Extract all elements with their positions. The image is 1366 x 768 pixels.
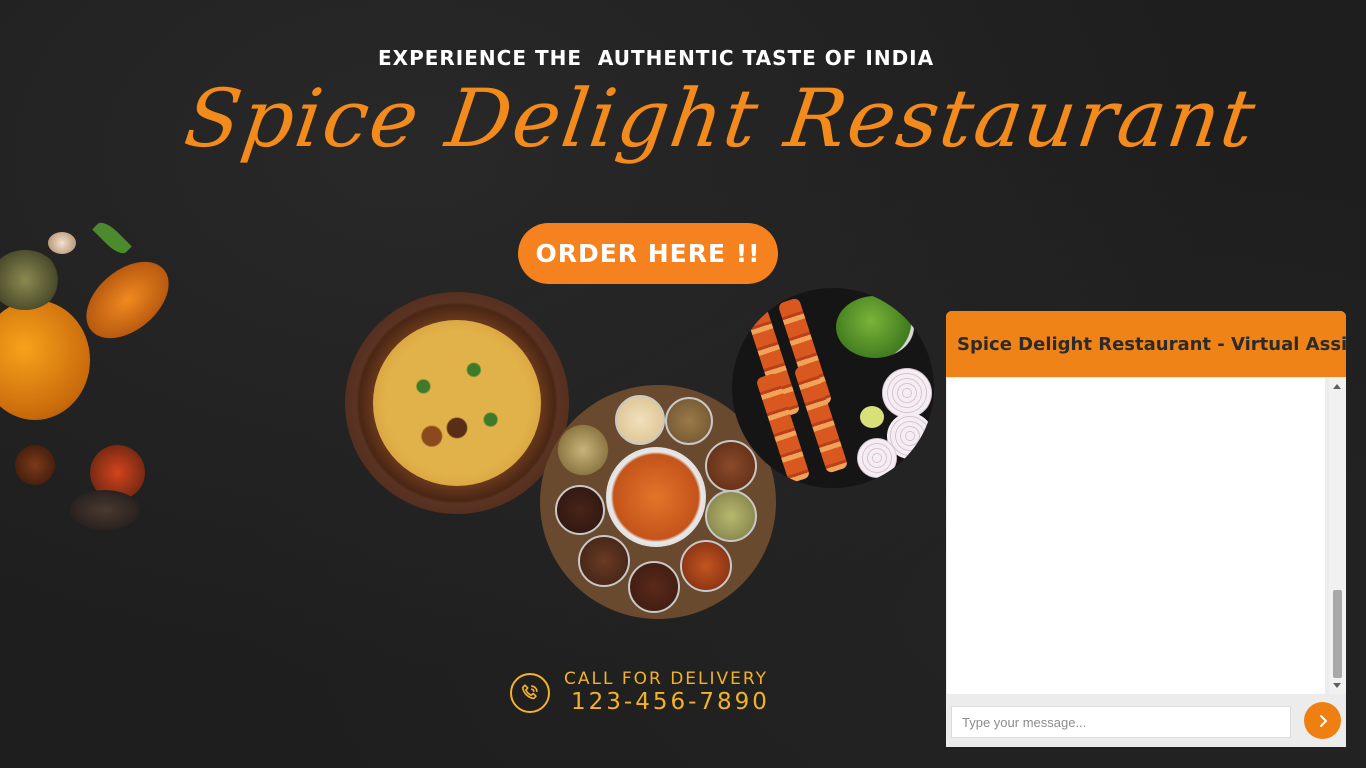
chat-footer [946, 694, 1346, 747]
clove-bowl [555, 485, 605, 535]
cashew-bowl [615, 395, 665, 445]
delivery-label: CALL FOR DELIVERY [564, 669, 769, 689]
cinnamon-bowl [705, 440, 757, 492]
scroll-thumb[interactable] [1333, 590, 1342, 678]
cardamom-bowl [705, 490, 757, 542]
send-button[interactable] [1304, 702, 1341, 739]
spice-decoration [0, 190, 185, 580]
lemon-wedge [860, 406, 884, 428]
chat-header-title: Spice Delight Restaurant - Virtual Assis… [946, 311, 1346, 377]
paneer-tikka-image [732, 288, 934, 488]
mint-chutney [836, 296, 914, 358]
scroll-down-arrow-icon[interactable] [1333, 683, 1341, 688]
order-button[interactable]: ORDER HERE !! [518, 223, 778, 284]
chat-widget: Spice Delight Restaurant - Virtual Assis… [946, 311, 1346, 747]
bay-leaf [92, 218, 132, 258]
restaurant-name: Spice Delight Restaurant [179, 72, 1263, 165]
turmeric-spice [0, 300, 90, 420]
seed-pile [0, 250, 60, 310]
phone-icon[interactable] [510, 673, 550, 713]
delivery-phone-number[interactable]: 123-456-7890 [571, 689, 770, 715]
tagline: EXPERIENCE THE AUTHENTIC TASTE OF INDIA [378, 46, 935, 70]
chili-bowl [680, 540, 732, 592]
garlic-clove [48, 232, 76, 254]
orange-spice-swirl [71, 246, 184, 354]
star-anise-bowl [628, 561, 680, 613]
onion-slice [857, 438, 897, 478]
chat-messages-area[interactable] [947, 378, 1325, 694]
cumin-bowl [665, 397, 713, 445]
chevron-right-icon [1319, 714, 1327, 727]
curry-bowl [606, 447, 706, 547]
chat-message-input[interactable] [951, 706, 1291, 738]
scroll-up-arrow-icon[interactable] [1333, 384, 1341, 389]
biryani-image [345, 292, 569, 514]
star-anise [15, 445, 55, 485]
onion-slice [882, 368, 932, 418]
chat-scrollbar[interactable] [1329, 378, 1346, 694]
pepper-pile [70, 490, 140, 530]
nutmeg-bowl [578, 535, 630, 587]
